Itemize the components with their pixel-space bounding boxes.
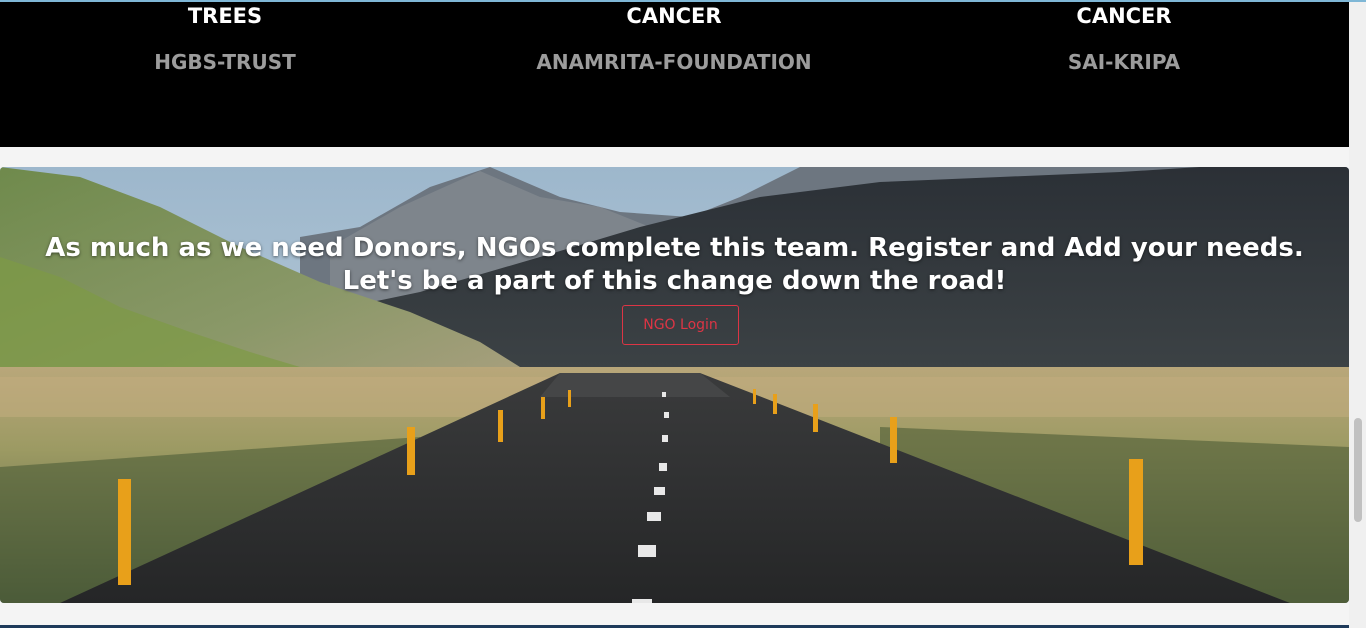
page: TREES HGBS-TRUST CANCER ANAMRITA-FOUNDAT… bbox=[0, 0, 1366, 628]
ngo-register-banner: As much as we need Donors, NGOs complete… bbox=[0, 167, 1349, 603]
ngo-cause: TREES bbox=[187, 4, 263, 28]
register-call-to-action-text: As much as we need Donors, NGOs complete… bbox=[45, 233, 1304, 296]
page-scrollbar[interactable] bbox=[1349, 0, 1366, 628]
ngo-name[interactable]: ANAMRITA-FOUNDATION bbox=[449, 49, 899, 75]
ngo-cause: CANCER bbox=[626, 4, 722, 28]
ngo-name[interactable]: HGBS-TRUST bbox=[0, 49, 450, 75]
ngo-name[interactable]: SAI-KRIPA bbox=[899, 49, 1349, 75]
scrollbar-thumb[interactable] bbox=[1354, 418, 1362, 522]
ngo-cause: CANCER bbox=[1076, 4, 1172, 28]
ngo-list-section: TREES HGBS-TRUST CANCER ANAMRITA-FOUNDAT… bbox=[0, 0, 1349, 147]
top-border bbox=[0, 0, 1366, 2]
ngo-login-button[interactable]: NGO Login bbox=[622, 305, 739, 345]
